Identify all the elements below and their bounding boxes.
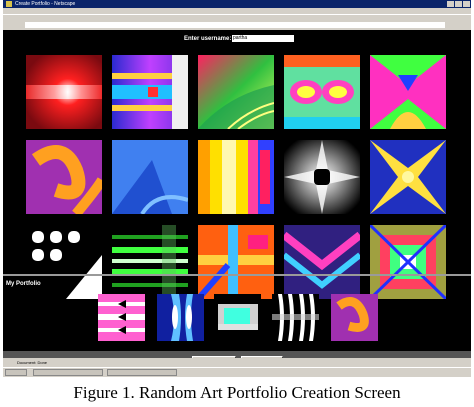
maximize-icon[interactable] <box>455 1 462 7</box>
art-tile-yellow-columns[interactable] <box>198 140 274 214</box>
portfolio-tile-orange-swirl[interactable] <box>331 294 378 341</box>
art-tile-white-star[interactable] <box>284 140 360 214</box>
minimize-icon[interactable] <box>447 1 454 7</box>
title-bar: Create Portfolio - Netscape <box>3 0 471 8</box>
portfolio-tile-white-columns[interactable] <box>272 294 319 341</box>
taskbar-item[interactable] <box>107 369 177 376</box>
portfolio-tile-blue-glow[interactable] <box>157 294 204 341</box>
art-tile-orange-grid[interactable] <box>198 225 274 299</box>
portfolio-title: My Portfolio <box>6 281 41 287</box>
art-tile-green-waves[interactable] <box>198 55 274 129</box>
art-tile-green-magenta-symmetry[interactable] <box>370 55 446 129</box>
section-divider <box>3 274 471 276</box>
status-text: Document: Done <box>17 360 48 365</box>
art-tile-green-lines[interactable] <box>112 225 188 299</box>
location-field[interactable] <box>25 22 445 28</box>
art-tile-orange-swirl[interactable] <box>26 140 102 214</box>
start-button[interactable] <box>5 369 27 376</box>
page-content: Enter username: partha My Portfolio <box>3 30 471 364</box>
portfolio-tile-pink-arrows[interactable] <box>98 294 145 341</box>
art-tile-purple-stripes[interactable] <box>112 55 188 129</box>
username-label: Enter username: <box>184 36 232 42</box>
art-tile-multicolor-grid[interactable] <box>370 225 446 299</box>
window-title: Create Portfolio - Netscape <box>15 1 76 7</box>
app-icon <box>6 1 12 7</box>
bottom-bar <box>3 351 471 358</box>
art-tile-blue-facets[interactable] <box>112 140 188 214</box>
taskbar-item[interactable] <box>33 369 103 376</box>
browser-screenshot: Create Portfolio - Netscape File Edit Vi… <box>3 0 471 377</box>
art-tile-red-glow[interactable] <box>26 55 102 129</box>
art-tile-white-blobs[interactable] <box>26 225 102 299</box>
username-input[interactable] <box>232 35 294 42</box>
status-bar: Document: Done <box>3 358 471 367</box>
portfolio-tile-cyan-device[interactable] <box>214 294 261 341</box>
taskbar <box>3 367 471 377</box>
art-tile-indigo-waves[interactable] <box>284 225 360 299</box>
figure-caption: Figure 1. Random Art Portfolio Creation … <box>73 383 401 402</box>
close-icon[interactable] <box>463 1 470 7</box>
art-tile-yellow-blue-star[interactable] <box>370 140 446 214</box>
art-tile-cyan-ovals[interactable] <box>284 55 360 129</box>
location-bar <box>3 20 471 30</box>
